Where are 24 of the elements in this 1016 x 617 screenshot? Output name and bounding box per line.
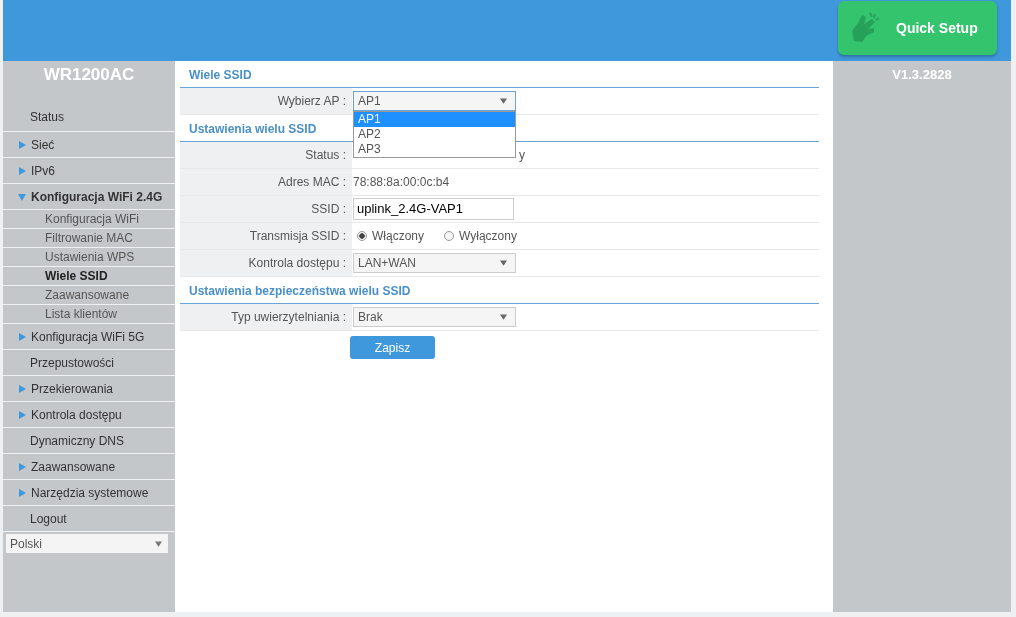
caret-icon (500, 314, 507, 320)
dropdown-option[interactable]: AP3 (354, 142, 515, 157)
dropdown[interactable]: LAN+WAN (353, 253, 516, 273)
field-value: 78:88:8a:00:0c:b4 (353, 175, 450, 189)
dropdown[interactable]: AP1 (353, 91, 516, 111)
field-label: Kontrola dostępu : (248, 256, 346, 270)
field-label: Wybierz AP : (277, 94, 346, 108)
field-label: SSID : (311, 202, 346, 216)
caret-icon (500, 260, 507, 266)
radio-option[interactable]: Włączony (357, 229, 424, 243)
language-select[interactable]: Polski (6, 534, 168, 553)
field-label: Adres MAC : (278, 175, 346, 189)
model-name: WR1200AC (42, 64, 136, 86)
caret-icon (500, 98, 507, 104)
field-label: Typ uwierzytelniania : (231, 310, 346, 324)
radio-option[interactable]: Wyłączony (444, 229, 517, 243)
field-label: Transmisja SSID : (249, 229, 346, 243)
caret-icon (155, 540, 162, 547)
dropdown[interactable]: Brak (353, 307, 516, 327)
field-label: Status : (305, 148, 346, 162)
ssid-field[interactable]: uplink_2.4G-VAP1 (353, 198, 514, 220)
version-label: V1.3.2828 (891, 66, 953, 82)
dropdown-option[interactable]: AP2 (354, 127, 515, 142)
field-value: y (519, 148, 525, 162)
